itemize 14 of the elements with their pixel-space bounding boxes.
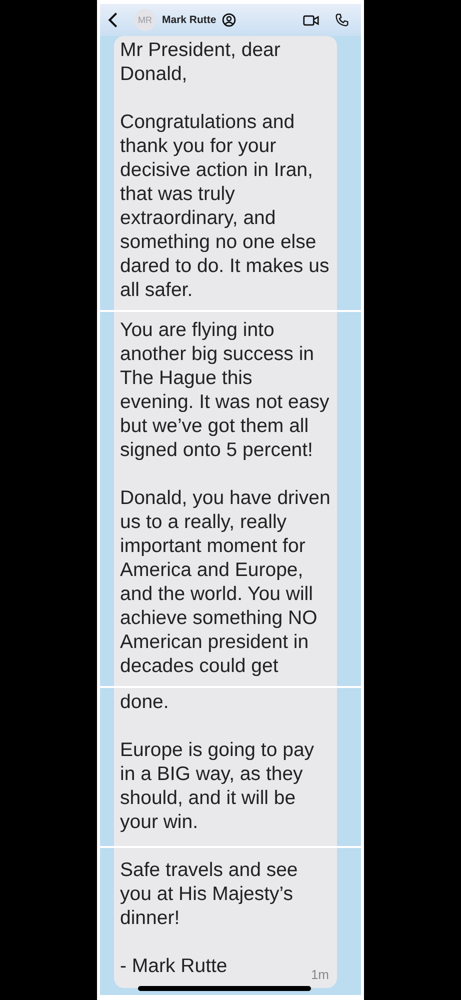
message-time: 1m — [310, 967, 329, 982]
message-text: Safe travels and see you at His Majesty’s dinner! — [120, 858, 299, 930]
message-text: Congratulations and thank you for your decisive action in Iran, that was truly extraordinary, and something no one else dared to do. It makes us all safer. — [120, 110, 330, 302]
message-text: You are flying into another big success in The Hague this evening. It was not easy but we’ve got them all signed onto 5 percent! — [120, 318, 330, 462]
video-call-icon[interactable] — [303, 14, 319, 26]
message-text: - Mark Rutte — [120, 954, 228, 978]
back-icon[interactable] — [108, 12, 118, 28]
message-text: Mr President, dear Donald, — [120, 38, 282, 86]
message-text: done. — [120, 690, 169, 714]
phone-icon[interactable] — [335, 13, 349, 27]
message-text: Europe is going to pay in a BIG way, as they should, and it will be your win. — [120, 738, 316, 834]
contact-name[interactable]: Mark Rutte — [162, 14, 216, 26]
contact-icon[interactable] — [222, 13, 236, 27]
message-text: Donald, you have driven us to a really, really important moment for America and Europe, and the world. You will achieve something NO American president in decades could get — [120, 486, 331, 678]
